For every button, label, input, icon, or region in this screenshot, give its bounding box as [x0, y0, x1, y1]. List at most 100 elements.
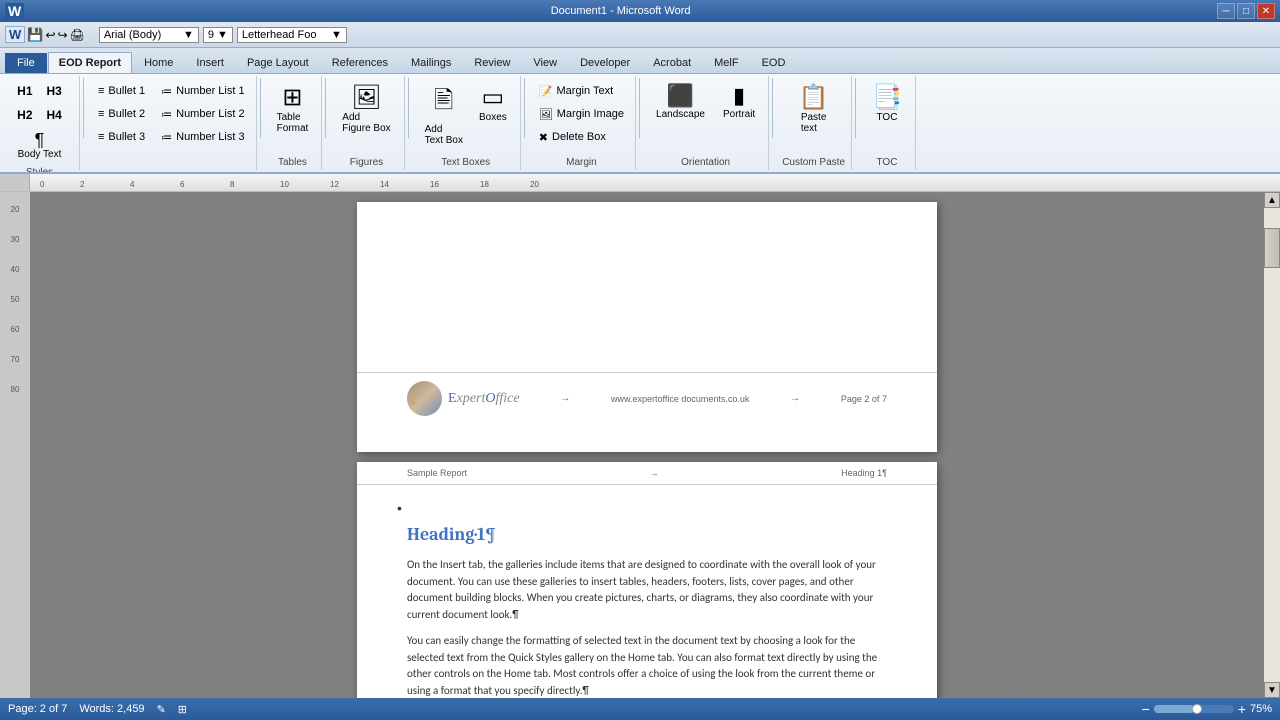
- zoom-out-button[interactable]: −: [1142, 701, 1150, 717]
- tab-developer[interactable]: Developer: [569, 52, 641, 73]
- separator-5: [524, 78, 525, 138]
- numbers-col: ≔ Number List 1 ≔ Number List 2 ≔ Number…: [156, 80, 249, 148]
- paste-text-button[interactable]: 📋 Pastetext: [792, 80, 836, 137]
- svg-text:70: 70: [10, 355, 19, 364]
- body-paragraph-2: You can easily change the formatting of …: [407, 633, 887, 698]
- separator-2: [260, 78, 261, 138]
- scroll-down-button[interactable]: ▼: [1264, 682, 1280, 698]
- print-icon[interactable]: 🖨: [70, 28, 85, 42]
- page-2-content: • Heading·1¶ On the Insert tab, the gall…: [357, 495, 937, 698]
- orientation-group-label: Orientation: [681, 155, 730, 168]
- table-format-button[interactable]: ⊞ TableFormat: [270, 80, 316, 137]
- body-text-button[interactable]: ¶ Body Text: [15, 128, 65, 163]
- toc-button[interactable]: 📑 TOC: [865, 80, 909, 126]
- title-bar-controls[interactable]: ─ □ ✕: [1217, 3, 1275, 19]
- styles-group: H1 H3 H2 H4 ¶ Body Text Styles: [0, 76, 80, 170]
- add-text-box-label: AddText Box: [425, 124, 463, 146]
- tab-file[interactable]: File: [5, 53, 47, 73]
- save-icon[interactable]: 💾: [27, 27, 43, 43]
- scroll-up-button[interactable]: ▲: [1264, 192, 1280, 208]
- h2-style-button[interactable]: H2: [12, 104, 37, 126]
- scroll-track[interactable]: [1264, 208, 1280, 682]
- word-count: Words: 2,459: [79, 703, 144, 715]
- bullet-1-button[interactable]: ≡ Bullet 1: [93, 80, 150, 102]
- zoom-in-button[interactable]: +: [1238, 701, 1246, 717]
- bullet-2-list-icon: ≡: [98, 108, 104, 120]
- page-1-body: [357, 202, 937, 372]
- font-size-selector[interactable]: 9 ▼: [203, 27, 233, 43]
- number-list-3-icon: ≔: [161, 131, 172, 144]
- add-figure-box-button[interactable]: 🖼 AddFigure Box: [335, 80, 397, 137]
- page-1-footer: ExpertOffice → www.expertoffice document…: [357, 372, 937, 431]
- tab-melf[interactable]: MelF: [703, 52, 749, 73]
- tables-group-label: Tables: [278, 155, 307, 168]
- ruler-area: 0 2 4 6 8 10 12 14 16 18 20: [0, 174, 1280, 192]
- bullet-3-button[interactable]: ≡ Bullet 3: [93, 126, 150, 148]
- tables-group: ⊞ TableFormat Tables: [264, 76, 323, 170]
- close-button[interactable]: ✕: [1257, 3, 1275, 19]
- zoom-slider[interactable]: [1154, 705, 1234, 713]
- h1-style-button[interactable]: H1: [12, 80, 37, 102]
- number-list-2-button[interactable]: ≔ Number List 2: [156, 103, 249, 125]
- tab-eod[interactable]: EOD: [751, 52, 797, 73]
- heading-styles-row1: H1 H3: [12, 80, 67, 102]
- number-list-1-icon: ≔: [161, 85, 172, 98]
- scroll-thumb[interactable]: [1264, 228, 1280, 268]
- margin-text-button[interactable]: 📝 Margin Text: [534, 80, 629, 102]
- toc-group: 📑 TOC TOC: [859, 76, 916, 170]
- view-mode-icon[interactable]: ⊞: [178, 703, 187, 716]
- separator-4: [408, 78, 409, 138]
- text-boxes-group-label: Text Boxes: [441, 155, 490, 168]
- tab-home[interactable]: Home: [133, 52, 184, 73]
- portrait-icon: ▮: [733, 83, 745, 109]
- margin-image-button[interactable]: 🖼 Margin Image: [534, 103, 629, 125]
- add-text-box-button[interactable]: 🖹 AddText Box: [418, 80, 470, 149]
- add-figure-box-icon: 🖼: [351, 83, 381, 112]
- zoom-handle[interactable]: [1192, 704, 1202, 714]
- right-scrollbar[interactable]: ▲ ▼: [1264, 192, 1280, 698]
- h4-style-button[interactable]: H4: [42, 104, 67, 126]
- tab-acrobat[interactable]: Acrobat: [642, 52, 702, 73]
- size-dropdown-icon: ▼: [217, 29, 228, 41]
- styles-group-label: Styles: [26, 165, 53, 174]
- bullet-2-button[interactable]: ≡ Bullet 2: [93, 103, 150, 125]
- tab-page-layout[interactable]: Page Layout: [236, 52, 320, 73]
- font-family-selector[interactable]: Arial (Body) ▼: [99, 27, 199, 43]
- tab-review[interactable]: Review: [463, 52, 521, 73]
- word-icon: W: [5, 3, 24, 19]
- svg-text:40: 40: [10, 265, 19, 274]
- tab-mailings[interactable]: Mailings: [400, 52, 462, 73]
- h3-style-button[interactable]: H3: [42, 80, 67, 102]
- portrait-button[interactable]: ▮ Portrait: [716, 80, 762, 123]
- track-changes-icon[interactable]: ✎: [157, 703, 166, 716]
- svg-text:16: 16: [430, 180, 439, 189]
- boxes-button[interactable]: ▭ Boxes: [472, 80, 514, 126]
- zoom-control[interactable]: − + 75%: [1142, 701, 1272, 717]
- style-value: Letterhead Foo: [242, 29, 317, 41]
- separator-6: [639, 78, 640, 138]
- bullet-point: •: [397, 500, 402, 516]
- left-ruler: 20 30 40 50 60 70 80: [0, 192, 30, 698]
- minimize-button[interactable]: ─: [1217, 3, 1235, 19]
- ruler-svg: 0 2 4 6 8 10 12 14 16 18 20: [30, 174, 1280, 191]
- tab-eod-report[interactable]: EOD Report: [48, 52, 132, 73]
- tab-references[interactable]: References: [321, 52, 399, 73]
- redo-icon[interactable]: ↪: [58, 28, 68, 42]
- document-page-1: ExpertOffice → www.expertoffice document…: [357, 202, 937, 452]
- restore-button[interactable]: □: [1237, 3, 1255, 19]
- bullets-numbers-group: ≡ Bullet 1 ≡ Bullet 2 ≡ Bullet 3 ≔ Numbe…: [87, 76, 257, 170]
- style-selector[interactable]: Letterhead Foo ▼: [237, 27, 347, 43]
- title-bar-title: Document1 - Microsoft Word: [24, 5, 1217, 17]
- custom-paste-group: 📋 Pastetext Custom Paste: [776, 76, 852, 170]
- tab-view[interactable]: View: [522, 52, 568, 73]
- undo-icon[interactable]: ↩: [45, 28, 55, 42]
- document-area[interactable]: ExpertOffice → www.expertoffice document…: [30, 192, 1264, 698]
- number-list-1-button[interactable]: ≔ Number List 1: [156, 80, 249, 102]
- number-list-1-label: Number List 1: [176, 85, 244, 97]
- tab-insert[interactable]: Insert: [185, 52, 235, 73]
- delete-box-button[interactable]: ✖ Delete Box: [534, 126, 629, 148]
- footer-center-url: www.expertoffice documents.co.uk: [611, 394, 749, 404]
- number-list-3-button[interactable]: ≔ Number List 3: [156, 126, 249, 148]
- figures-group: 🖼 AddFigure Box Figures: [329, 76, 404, 170]
- landscape-button[interactable]: ⬛ Landscape: [649, 80, 712, 123]
